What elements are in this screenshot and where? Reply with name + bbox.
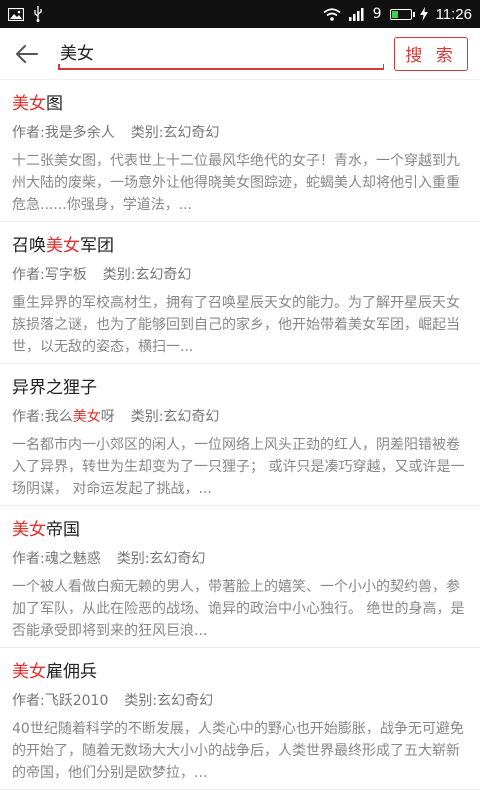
search-input-underline <box>58 64 384 70</box>
result-title: 美女雇佣兵 <box>12 660 466 684</box>
title-text: 召唤 <box>12 236 46 256</box>
wifi-icon <box>323 7 341 21</box>
image-notification-icon <box>8 7 24 21</box>
status-bar-right: 9 11:26 <box>323 6 472 23</box>
highlighted-keyword: 美女 <box>12 520 46 540</box>
result-category: 类别:玄幻奇幻 <box>130 125 220 141</box>
result-meta: 作者:我么美女呀 类别:玄幻奇幻 <box>12 406 466 428</box>
author-text: 呀 <box>100 409 115 425</box>
search-bar: 搜 索 <box>0 28 480 80</box>
author-text: 作者:我是多余人 <box>12 125 115 141</box>
signal-label: 9 <box>372 6 382 22</box>
status-bar-left <box>8 6 44 22</box>
result-meta: 作者:飞跃2010 类别:玄幻奇幻 <box>12 690 466 712</box>
result-author: 作者:写字板 <box>12 267 87 283</box>
result-category: 类别:玄幻奇幻 <box>130 409 220 425</box>
search-input[interactable] <box>58 37 384 66</box>
result-meta: 作者:写字板 类别:玄幻奇幻 <box>12 264 466 286</box>
result-title: 美女帝国 <box>12 518 466 542</box>
result-description: 一名都市内一小郊区的闲人，一位网络上风头正劲的红人，阴差阳错被卷入了异界，转世为… <box>12 437 465 497</box>
result-meta: 作者:我是多余人 类别:玄幻奇幻 <box>12 122 466 144</box>
search-input-wrapper <box>58 37 384 70</box>
author-text: 作者:写字板 <box>12 267 87 283</box>
result-description: 十二张美女图，代表世上十二位最风华绝代的女子！青水，一个穿越到九州大陆的废柴，一… <box>12 153 460 213</box>
result-author: 作者:我么美女呀 <box>12 409 115 425</box>
author-text: 作者:飞跃2010 <box>12 693 109 709</box>
result-title: 召唤美女军团 <box>12 234 466 258</box>
highlighted-keyword: 美女 <box>72 409 101 425</box>
title-text: 军团 <box>80 236 114 256</box>
search-button[interactable]: 搜 索 <box>394 36 468 71</box>
title-text: 雇佣兵 <box>46 662 97 682</box>
result-item[interactable]: 美女帝国作者:魂之魅惑 类别:玄幻奇幻一个被人看做白痴无赖的男人，带著脸上的嬉笑、… <box>0 506 480 648</box>
cell-signal-icon <box>348 7 365 21</box>
author-text: 作者:魂之魅惑 <box>12 551 101 567</box>
result-category: 类别:玄幻奇幻 <box>102 267 192 283</box>
result-title: 异界之狸子 <box>12 376 466 400</box>
result-item[interactable]: 召唤美女军团 作者:写字板 类别:玄幻奇幻 重生异界的军校高材生，拥有了召唤星辰天女的… <box>0 222 480 364</box>
back-button[interactable] <box>12 39 42 69</box>
search-results-list: 美女图 作者:我是多余人 类别:玄幻奇幻 十二张美女图，代表世上十二位最风华绝代的女子… <box>0 80 480 790</box>
result-category: 类别:玄幻奇幻 <box>124 693 214 709</box>
result-author: 作者:魂之魅惑 <box>12 551 101 567</box>
result-title: 美女图 <box>12 92 466 116</box>
charging-icon <box>419 7 428 21</box>
result-meta: 作者:魂之魅惑 类别:玄幻奇幻 <box>12 548 466 570</box>
usb-icon <box>32 6 44 22</box>
result-category: 类别:玄幻奇幻 <box>116 551 206 567</box>
title-text: 图 <box>46 94 63 114</box>
highlighted-keyword: 美女 <box>12 662 46 682</box>
result-description: 40世纪随着科学的不断发展，人类心中的野心也开始膨胀，战争无可避免的开始了，随着… <box>12 721 464 781</box>
result-description: 重生异界的军校高材生，拥有了召唤星辰天女的能力。为了解开星辰天女族损落之谜，也为… <box>12 295 460 355</box>
result-description: 一个被人看做白痴无赖的男人，带著脸上的嬉笑、一个小小的契约兽，参加了军队，从此在… <box>12 579 465 639</box>
status-bar: 9 11:26 <box>0 0 480 28</box>
result-item[interactable]: 美女图作者:我是多余人 类别:玄幻奇幻十二张美女图，代表世上十二位最风华绝代的女子… <box>0 80 480 222</box>
result-item[interactable]: 异界之狸子作者:我么美女呀 类别:玄幻奇幻一名都市内一小郊区的闲人，一位网络上风头… <box>0 364 480 506</box>
title-text: 异界之狸子 <box>12 378 97 398</box>
battery-level <box>391 10 398 18</box>
title-text: 帝国 <box>46 520 80 540</box>
result-author: 作者:我是多余人 <box>12 125 115 141</box>
arrow-left-icon <box>16 44 38 63</box>
highlighted-keyword: 美女 <box>46 236 80 256</box>
highlighted-keyword: 美女 <box>12 94 46 114</box>
author-text: 作者:我么 <box>12 409 73 425</box>
clock: 11:26 <box>435 5 472 23</box>
result-author: 作者:飞跃2010 <box>12 693 108 709</box>
battery-icon <box>389 8 415 20</box>
result-item[interactable]: 美女雇佣兵作者:飞跃2010 类别:玄幻奇幻 40世纪随着科学的不断发展，人类心中的… <box>0 648 480 790</box>
